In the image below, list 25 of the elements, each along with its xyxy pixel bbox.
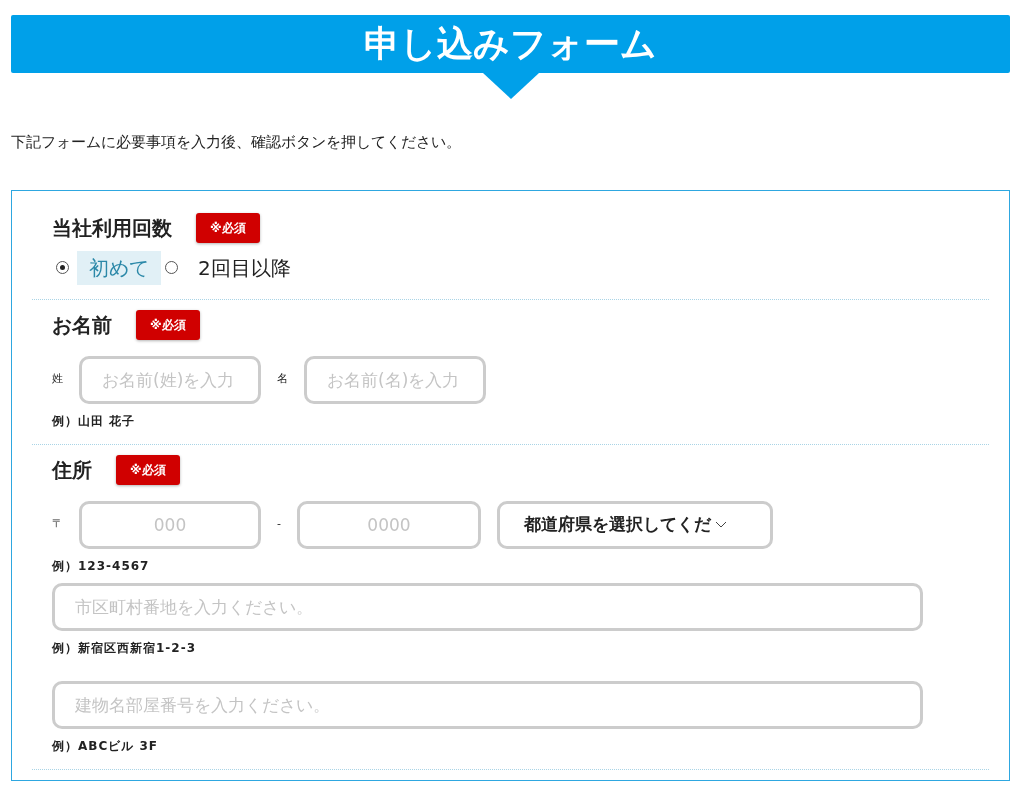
- text-input[interactable]: お名前(姓)を入力: [79, 355, 261, 404]
- text-input[interactable]: お名前(名)を入力: [304, 355, 486, 404]
- postal-code-input[interactable]: 000: [79, 500, 261, 549]
- example-text: 例）123-4567: [52, 557, 151, 575]
- banner-pointer: [482, 73, 539, 99]
- field-prefix: 名: [277, 371, 288, 388]
- prefecture-select[interactable]: 都道府県を選択してくだ: [497, 500, 773, 549]
- required-badge: ※必須: [196, 212, 260, 243]
- example-text: 例）ABCビル 3F: [52, 737, 159, 755]
- field-label: お名前: [52, 311, 112, 339]
- postal-mark: 〒: [52, 516, 63, 533]
- chevron-down-icon: [715, 520, 727, 529]
- intro-text: 下記フォームに必要事項を入力後、確認ボタンを押してください。: [11, 132, 462, 153]
- address-input[interactable]: 建物名部屋番号を入力ください。: [52, 680, 923, 729]
- required-badge: ※必須: [116, 454, 180, 485]
- option-label[interactable]: 2回目以降: [186, 250, 303, 285]
- postal-separator: -: [277, 516, 281, 533]
- postal-code-input[interactable]: 0000: [297, 500, 481, 549]
- field-prefix: 姓: [52, 371, 63, 388]
- field-label: 住所: [52, 456, 92, 484]
- address-input[interactable]: 市区町村番地を入力ください。: [52, 582, 923, 631]
- required-badge: ※必須: [136, 309, 200, 340]
- example-text: 例）山田 花子: [52, 412, 137, 430]
- example-text: 例）新宿区西新宿1-2-3: [52, 639, 197, 657]
- field-label: 当社利用回数: [52, 214, 172, 242]
